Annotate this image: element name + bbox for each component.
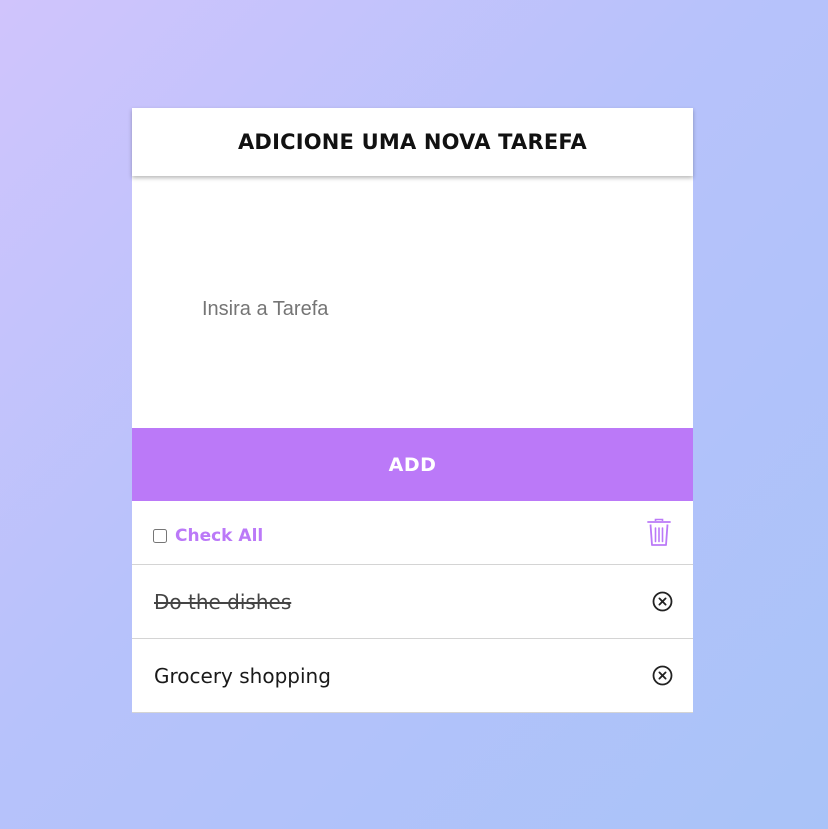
check-all[interactable]: Check All: [153, 526, 263, 546]
task-text[interactable]: Do the dishes: [154, 590, 291, 614]
task-row[interactable]: Grocery shopping: [132, 639, 693, 713]
task-row[interactable]: Do the dishes: [132, 565, 693, 639]
add-button[interactable]: ADD: [132, 428, 693, 501]
list-toolbar: Check All: [132, 501, 693, 565]
trash-icon[interactable]: [646, 518, 672, 548]
page-title: ADICIONE UMA NOVA TAREFA: [237, 130, 588, 154]
task-text[interactable]: Grocery shopping: [154, 664, 331, 688]
check-all-label[interactable]: Check All: [175, 526, 263, 546]
header: ADICIONE UMA NOVA TAREFA: [132, 108, 693, 176]
input-area: [132, 176, 693, 428]
task-input[interactable]: [198, 294, 646, 325]
todo-card: ADICIONE UMA NOVA TAREFA ADD Check All D…: [132, 108, 693, 713]
circle-x-icon[interactable]: [651, 591, 673, 613]
check-all-checkbox[interactable]: [153, 528, 167, 543]
circle-x-icon[interactable]: [651, 665, 673, 687]
